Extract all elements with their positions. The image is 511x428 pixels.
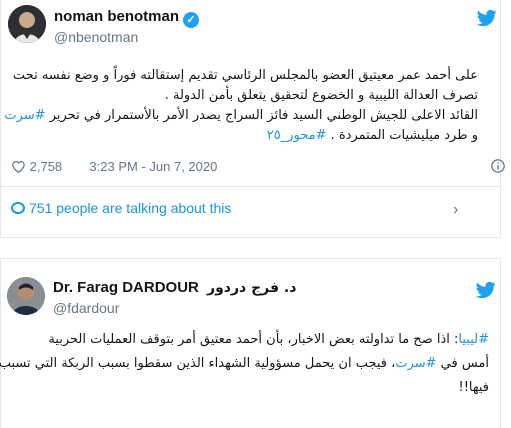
- tweet-text-line-4: و طرد ميليشيات المتمردة . #محور_٢٥: [267, 126, 478, 146]
- display-name[interactable]: Dr. Farag DARDOUR د. فرج دردور: [53, 279, 296, 296]
- tweet2-text-line-2b: ، فيجب ان يحمل مسؤولية الشهداء الذين سقط…: [0, 356, 396, 371]
- chevron-right-icon[interactable]: ›: [453, 201, 458, 219]
- verified-badge-icon: ✓: [183, 12, 200, 28]
- tweet2-text-line-3: فيها!!: [458, 380, 489, 395]
- hashtag-sirte[interactable]: #سرت: [395, 356, 436, 371]
- avatar[interactable]: [8, 5, 46, 43]
- tweet-text-line-4-text: و طرد ميليشيات المتمردة .: [330, 128, 478, 143]
- hashtag-sirte[interactable]: #سرت: [4, 108, 45, 123]
- tweet-meta: 2,758 3:23 PM - Jun 7, 2020: [11, 159, 217, 174]
- like-count[interactable]: 2,758: [30, 159, 63, 174]
- hashtag-libya[interactable]: #ليبيا: [458, 332, 489, 347]
- avatar-portrait-icon: [7, 277, 45, 315]
- display-name-text[interactable]: Dr. Farag DARDOUR: [53, 279, 199, 296]
- tweet-text-line-3-text: القائد الاعلى للجيش الوطني السيد فائز ال…: [49, 108, 478, 123]
- user-handle[interactable]: @nbenotman: [54, 29, 138, 45]
- tweet-text-line-3: القائد الاعلى للجيش الوطني السيد فائز ال…: [4, 106, 478, 126]
- divider: [1, 186, 502, 187]
- tweet-card-nbenotman: noman benotman ✓ @nbenotman على أحمد عمر …: [0, 0, 505, 238]
- talking-about-link[interactable]: 751 people are talking about this: [11, 200, 231, 216]
- display-name-arabic[interactable]: د. فرج دردور: [207, 280, 296, 296]
- speech-bubble-icon: [11, 202, 25, 214]
- tweet2-text-line-1-text: : اذا صح ما تداولته بعض الاخبار، بأن أحم…: [48, 332, 459, 347]
- tweet-timestamp[interactable]: 3:23 PM - Jun 7, 2020: [89, 159, 217, 174]
- display-name-text[interactable]: noman benotman: [54, 8, 179, 25]
- heart-icon[interactable]: [11, 159, 26, 173]
- info-icon[interactable]: [491, 159, 505, 173]
- hashtag-mehwar[interactable]: #محور_٢٥: [267, 128, 327, 143]
- tweet-text-line-2: تصرف العدالة الليبية و الخضوع لتحقيق يتع…: [164, 88, 478, 103]
- display-name[interactable]: noman benotman ✓: [54, 8, 200, 28]
- user-handle[interactable]: @fdardour: [53, 300, 119, 316]
- tweet-text-line-1: على أحمد عمر معيتيق العضو بالمجلس الرئاس…: [12, 68, 478, 83]
- avatar-portrait-icon: [8, 5, 46, 43]
- tweet2-text-line-2: أمس في #سرت، فيجب ان يحمل مسؤولية الشهدا…: [0, 354, 489, 374]
- twitter-bird-icon[interactable]: [476, 280, 496, 300]
- tweet2-text-line-2a: أمس في: [436, 356, 489, 371]
- twitter-bird-icon[interactable]: [477, 8, 497, 28]
- talking-about-text[interactable]: 751 people are talking about this: [29, 200, 231, 216]
- tweet2-text-line-1: #ليبيا: اذا صح ما تداولته بعض الاخبار، ب…: [48, 330, 489, 350]
- avatar[interactable]: [7, 277, 45, 315]
